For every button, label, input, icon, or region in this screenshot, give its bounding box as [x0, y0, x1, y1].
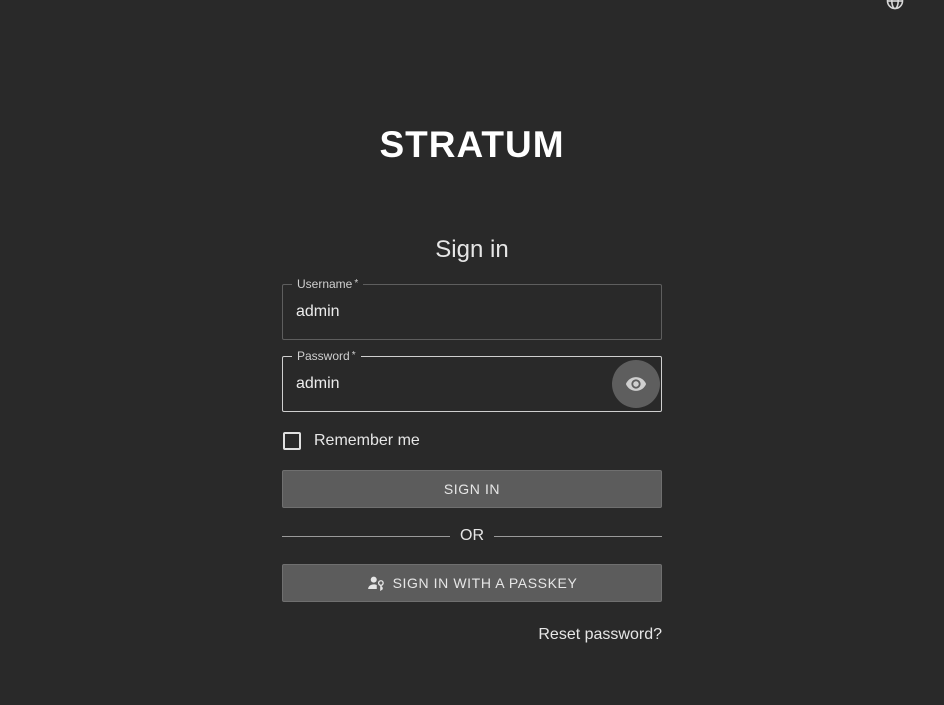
password-input[interactable]	[296, 373, 596, 395]
brand-logo: STRATUM	[379, 124, 565, 165]
remember-me-label: Remember me	[314, 432, 420, 449]
password-label: Password *	[292, 349, 361, 363]
passkey-sign-in-button[interactable]: SIGN IN WITH A PASSKEY	[282, 564, 662, 602]
divider-line-right	[494, 536, 662, 537]
toggle-password-visibility-button[interactable]	[612, 360, 660, 408]
passkey-button-label: SIGN IN WITH A PASSKEY	[392, 575, 578, 591]
globe-icon[interactable]	[886, 0, 904, 10]
passkey-user-icon	[367, 574, 385, 592]
page-title: Sign in	[435, 236, 509, 263]
or-divider: OR	[282, 526, 662, 546]
password-field[interactable]: Password *	[282, 349, 662, 412]
username-input[interactable]	[296, 301, 596, 323]
reset-password-link[interactable]: Reset password?	[282, 626, 662, 644]
username-field[interactable]: Username *	[282, 277, 662, 340]
login-page: STRATUM Sign in Username* Password* Reme…	[0, 0, 944, 705]
remember-me-checkbox[interactable]	[283, 432, 301, 450]
sign-in-button[interactable]: SIGN IN	[282, 470, 662, 508]
sign-in-button-label: SIGN IN	[443, 481, 501, 497]
eye-icon	[625, 373, 647, 395]
remember-me-row[interactable]: Remember me	[282, 430, 420, 452]
username-label: Username *	[292, 277, 364, 291]
